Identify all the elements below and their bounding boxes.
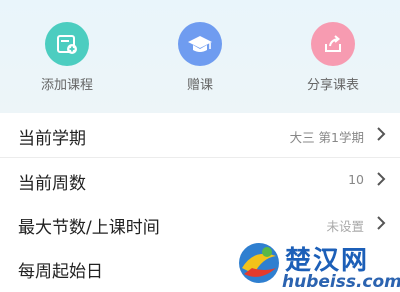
- setting-current-week[interactable]: 当前周数 10: [0, 158, 400, 203]
- setting-current-semester[interactable]: 当前学期 大三 第1学期: [0, 113, 400, 158]
- setting-title: 每周起始日: [18, 262, 103, 282]
- setting-value: 大三 第1学期: [289, 130, 364, 145]
- setting-title: 最大节数/上课时间: [18, 218, 160, 238]
- add-course-button[interactable]: 添加课程: [17, 22, 117, 93]
- watermark-url: hubeiss.com: [282, 272, 400, 292]
- add-course-icon: [45, 22, 89, 66]
- chevron-right-icon: [377, 172, 386, 186]
- watermark: 楚汉网 hubeiss.com: [230, 232, 400, 292]
- share-schedule-label: 分享课表: [306, 78, 359, 93]
- gift-course-label: 赠课: [186, 78, 213, 93]
- setting-title: 当前学期: [18, 129, 86, 149]
- gift-course-button[interactable]: 赠课: [150, 22, 250, 93]
- chevron-right-icon: [377, 127, 386, 141]
- graduation-cap-icon: [178, 22, 222, 66]
- add-course-label: 添加课程: [40, 78, 93, 93]
- quick-actions-panel: 添加课程 赠课 分享课表: [0, 0, 400, 113]
- setting-value: 10: [348, 172, 364, 187]
- watermark-logo: [239, 243, 279, 283]
- share-schedule-button[interactable]: 分享课表: [283, 22, 383, 93]
- setting-title: 当前周数: [18, 174, 86, 194]
- chevron-right-icon: [377, 216, 386, 230]
- share-icon: [311, 22, 355, 66]
